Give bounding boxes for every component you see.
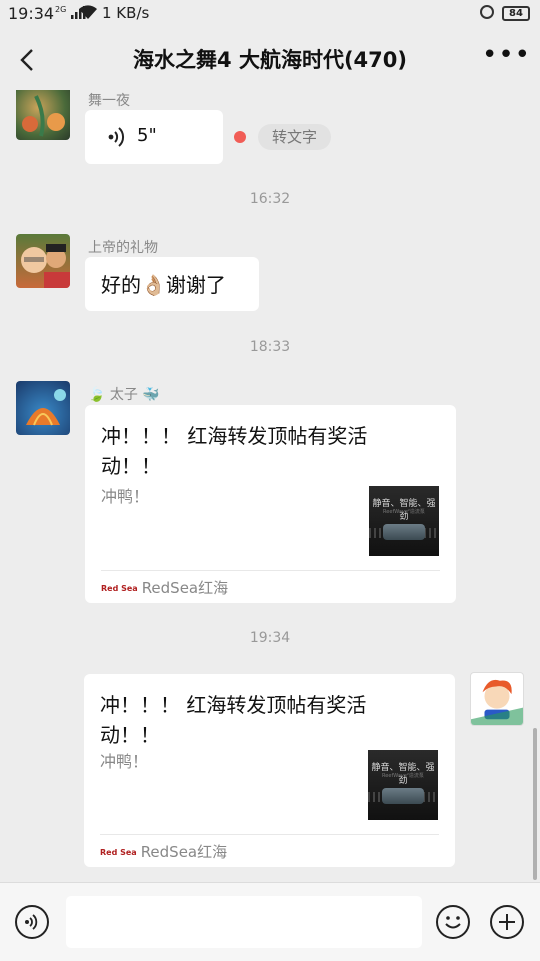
redsea-logo-icon: Red Sea — [100, 848, 137, 857]
my-avatar[interactable] — [470, 672, 524, 726]
status-time: 19:34 — [8, 4, 55, 23]
more-icon[interactable]: ••• — [482, 42, 530, 74]
scrollbar[interactable] — [533, 728, 537, 880]
voice-duration: 5" — [137, 125, 157, 146]
card-description: 冲鸭！ — [100, 752, 149, 771]
card-source: Red Sea RedSea红海 — [100, 841, 227, 862]
chat-header: 海水之舞4 大航海时代(470) ••• — [0, 28, 540, 90]
sender-name: 上帝的礼物 — [88, 240, 158, 256]
input-bar — [0, 882, 540, 961]
chat-messages[interactable]: 舞一夜 5" 转文字 16:32 上帝的礼物 好的👌🏼谢谢了 18:33 🍃 太… — [0, 90, 540, 882]
status-bar: 19:34 2G 1 KB/s 84 — [0, 0, 540, 28]
chat-title: 海水之舞4 大航海时代(470) — [133, 48, 407, 72]
sender-name: 🍃 太子 🐳 — [88, 387, 160, 403]
unread-dot — [234, 131, 246, 143]
card-thumbnail: 静音、智能、强劲 ReefWave²造流泵 — [368, 750, 438, 820]
network-speed: 1 KB/s — [102, 4, 150, 22]
card-source-name: RedSea红海 — [140, 843, 228, 861]
card-description: 冲鸭！ — [101, 487, 150, 506]
timestamp: 16:32 — [249, 191, 291, 207]
card-source: Red Sea RedSea红海 — [101, 577, 228, 598]
thumb-subline: ReefWave²造流泵 — [383, 509, 425, 515]
card-divider — [101, 570, 440, 571]
link-card[interactable]: 冲！！！ 红海转发顶帖有奖活动！！ 冲鸭！ 静音、智能、强劲 ReefWave²… — [84, 674, 455, 867]
timestamp: 19:34 — [249, 630, 291, 646]
emoji-icon[interactable] — [436, 905, 470, 939]
card-source-name: RedSea红海 — [141, 579, 229, 597]
signal-text: 2G — [55, 5, 67, 14]
alarm-icon — [480, 5, 494, 19]
card-divider — [100, 834, 439, 835]
text-message-bubble[interactable]: 好的👌🏼谢谢了 — [85, 257, 259, 311]
thumb-device — [383, 524, 425, 540]
wifi-icon — [78, 4, 98, 24]
message-input[interactable] — [66, 896, 422, 948]
thumb-subline: ReefWave²造流泵 — [382, 773, 424, 779]
voice-message-bubble[interactable]: 5" — [85, 110, 223, 164]
thumb-device — [382, 788, 424, 804]
redsea-logo-icon: Red Sea — [101, 584, 138, 593]
battery-icon: 84 — [502, 6, 530, 21]
sender-name: 舞一夜 — [88, 93, 130, 109]
card-title: 冲！！！ 红海转发顶帖有奖活动！！ — [101, 424, 368, 478]
card-title: 冲！！！ 红海转发顶帖有奖活动！！ — [100, 693, 367, 747]
voice-icon — [107, 126, 127, 152]
link-card[interactable]: 冲！！！ 红海转发顶帖有奖活动！！ 冲鸭！ 静音、智能、强劲 ReefWave²… — [85, 405, 456, 603]
convert-to-text-button[interactable]: 转文字 — [258, 124, 332, 150]
timestamp: 18:33 — [249, 339, 291, 355]
add-icon[interactable] — [490, 905, 524, 939]
voice-input-icon[interactable] — [15, 905, 49, 939]
avatar[interactable] — [16, 90, 70, 140]
avatar[interactable] — [16, 234, 70, 288]
card-thumbnail: 静音、智能、强劲 ReefWave²造流泵 — [369, 486, 439, 556]
avatar[interactable] — [16, 381, 70, 435]
